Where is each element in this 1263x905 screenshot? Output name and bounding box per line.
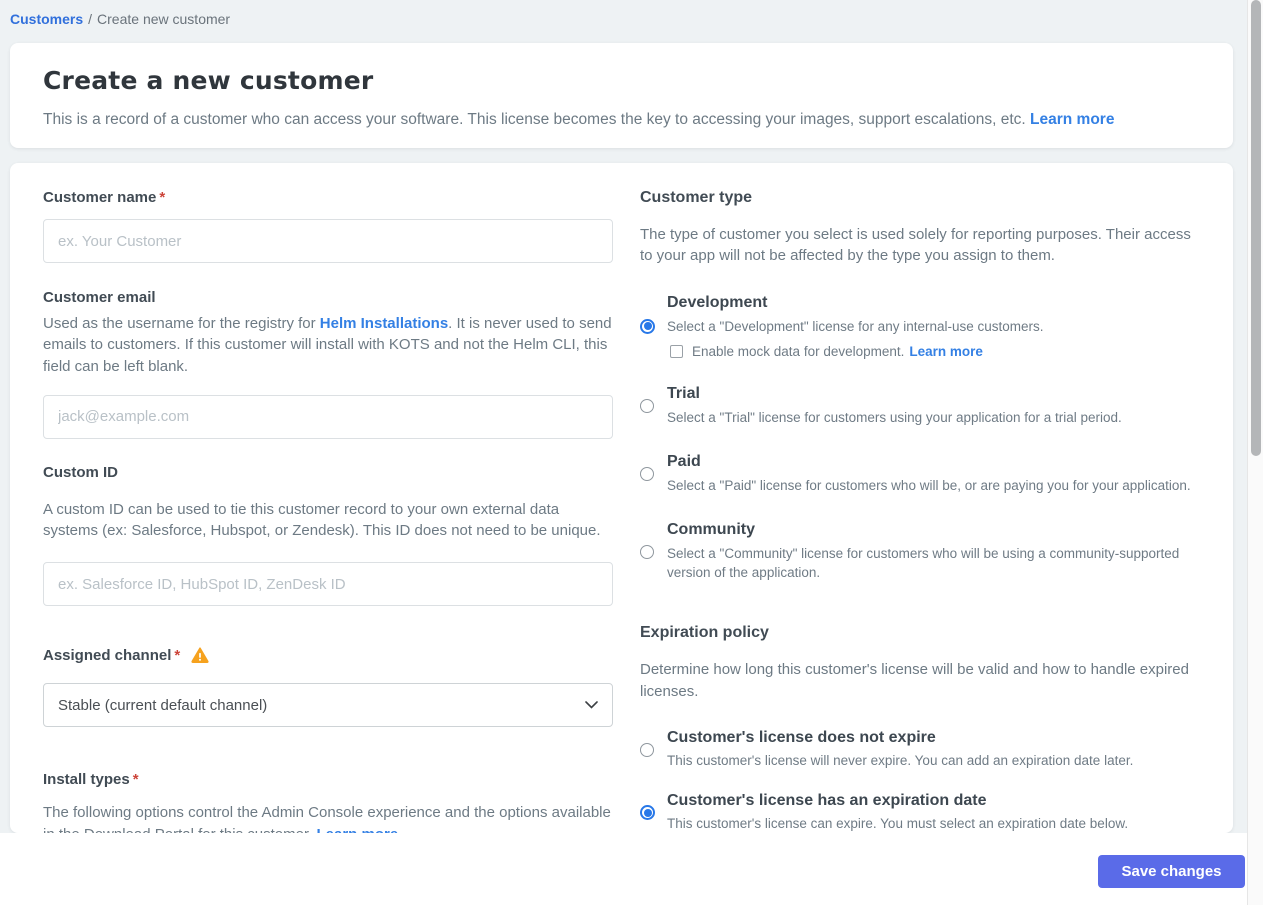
page-scrollbar-thumb[interactable] bbox=[1251, 0, 1261, 456]
assigned-channel-select[interactable]: Stable (current default channel) bbox=[43, 683, 613, 728]
expiration-policy-description: Determine how long this customer's licen… bbox=[640, 661, 1189, 700]
breadcrumb-separator: / bbox=[88, 11, 93, 27]
page-scrollbar-track[interactable] bbox=[1247, 0, 1263, 905]
radio-button[interactable] bbox=[640, 318, 655, 334]
customer-name-input[interactable] bbox=[43, 219, 613, 263]
expiration-policy-options: Customer's license does not expire This … bbox=[640, 729, 1210, 833]
option-description: Select a "Community" license for custome… bbox=[667, 546, 1180, 581]
form-right-column: Customer type The type of customer you s… bbox=[640, 189, 1210, 833]
option-description: This customer's license can expire. You … bbox=[667, 816, 1129, 832]
breadcrumb-customers-link[interactable]: Customers bbox=[10, 11, 83, 27]
option-title: Community bbox=[667, 521, 755, 539]
chevron-down-icon bbox=[585, 701, 598, 710]
customer-name-label: Customer name * bbox=[43, 189, 166, 206]
customer-email-label: Customer email bbox=[43, 289, 156, 306]
helm-installations-link[interactable]: Helm Installations bbox=[320, 315, 448, 332]
assigned-channel-label: Assigned channel * bbox=[43, 647, 613, 667]
page-title: Create a new customer bbox=[43, 66, 374, 95]
breadcrumb-current: Create new customer bbox=[97, 11, 231, 27]
assigned-channel-selected-value: Stable (current default channel) bbox=[58, 696, 268, 714]
mock-data-checkbox[interactable] bbox=[670, 344, 683, 358]
custom-id-label: Custom ID bbox=[43, 463, 118, 481]
required-asterisk: * bbox=[174, 647, 181, 665]
radio-button[interactable] bbox=[640, 466, 654, 481]
radio-option: Paid Select a "Paid" license for custome… bbox=[640, 453, 1210, 495]
mock-data-checkbox-row[interactable]: Enable mock data for development. Learn … bbox=[667, 344, 1210, 359]
option-description: Select a "Paid" license for customers wh… bbox=[667, 477, 1191, 493]
radio-option: Development Select a "Development" licen… bbox=[640, 294, 1210, 359]
breadcrumb: Customers / Create new customer bbox=[0, 0, 1263, 43]
form-left-column: Customer name* Customer email Used as th… bbox=[33, 189, 613, 833]
radio-button[interactable] bbox=[640, 805, 655, 821]
option-description: Select a "Development" license for any i… bbox=[667, 318, 1044, 334]
expiration-policy-heading: Expiration policy bbox=[640, 624, 769, 642]
create-customer-page: Customers / Create new customer Create a n… bbox=[0, 0, 1263, 905]
save-changes-button[interactable]: Save changes bbox=[1098, 855, 1245, 888]
mock-data-checkbox-label: Enable mock data for development. bbox=[692, 343, 905, 359]
option-title: Paid bbox=[667, 452, 701, 470]
option-description: Select a "Trial" license for customers u… bbox=[667, 409, 1122, 425]
customer-email-description: Used as the username for the registry fo… bbox=[43, 315, 612, 375]
radio-button[interactable] bbox=[640, 398, 654, 413]
page-header-card: Create a new customer This is a record o… bbox=[10, 43, 1233, 148]
install-types-learn-more-link[interactable]: Learn more bbox=[316, 826, 398, 833]
required-asterisk: * bbox=[132, 771, 139, 789]
mock-data-learn-more-link[interactable]: Learn more bbox=[909, 344, 983, 359]
option-title: Trial bbox=[667, 384, 700, 402]
radio-option: Trial Select a "Trial" license for custo… bbox=[640, 385, 1210, 427]
save-bar: Save changes bbox=[0, 833, 1263, 905]
radio-button[interactable] bbox=[640, 544, 654, 559]
radio-button[interactable] bbox=[640, 742, 654, 757]
option-title: Development bbox=[667, 293, 768, 311]
option-title: Customer's license does not expire bbox=[667, 728, 936, 746]
custom-id-description: A custom ID can be used to tie this cust… bbox=[43, 500, 601, 540]
customer-type-heading: Customer type bbox=[640, 189, 753, 206]
radio-option: Customer's license has an expiration dat… bbox=[640, 792, 1210, 833]
install-types-description: The following options control the Admin … bbox=[43, 802, 618, 833]
warning-icon bbox=[191, 647, 209, 667]
header-learn-more-link[interactable]: Learn more bbox=[1030, 111, 1114, 128]
customer-type-options: Development Select a "Development" licen… bbox=[640, 294, 1210, 583]
customer-email-input[interactable] bbox=[43, 394, 613, 439]
page-description: This is a record of a customer who can a… bbox=[43, 111, 1115, 128]
radio-option: Community Select a "Community" license f… bbox=[640, 521, 1210, 582]
customer-form-card: Customer name* Customer email Used as th… bbox=[10, 163, 1233, 833]
custom-id-input[interactable] bbox=[43, 562, 613, 607]
option-description: This customer's license will never expir… bbox=[667, 752, 1134, 768]
option-title: Customer's license has an expiration dat… bbox=[667, 792, 987, 810]
radio-option: Customer's license does not expire This … bbox=[640, 729, 1210, 770]
customer-type-description: The type of customer you select is used … bbox=[640, 226, 1191, 265]
install-types-label: Install types * bbox=[43, 771, 139, 789]
required-asterisk: * bbox=[159, 189, 166, 206]
